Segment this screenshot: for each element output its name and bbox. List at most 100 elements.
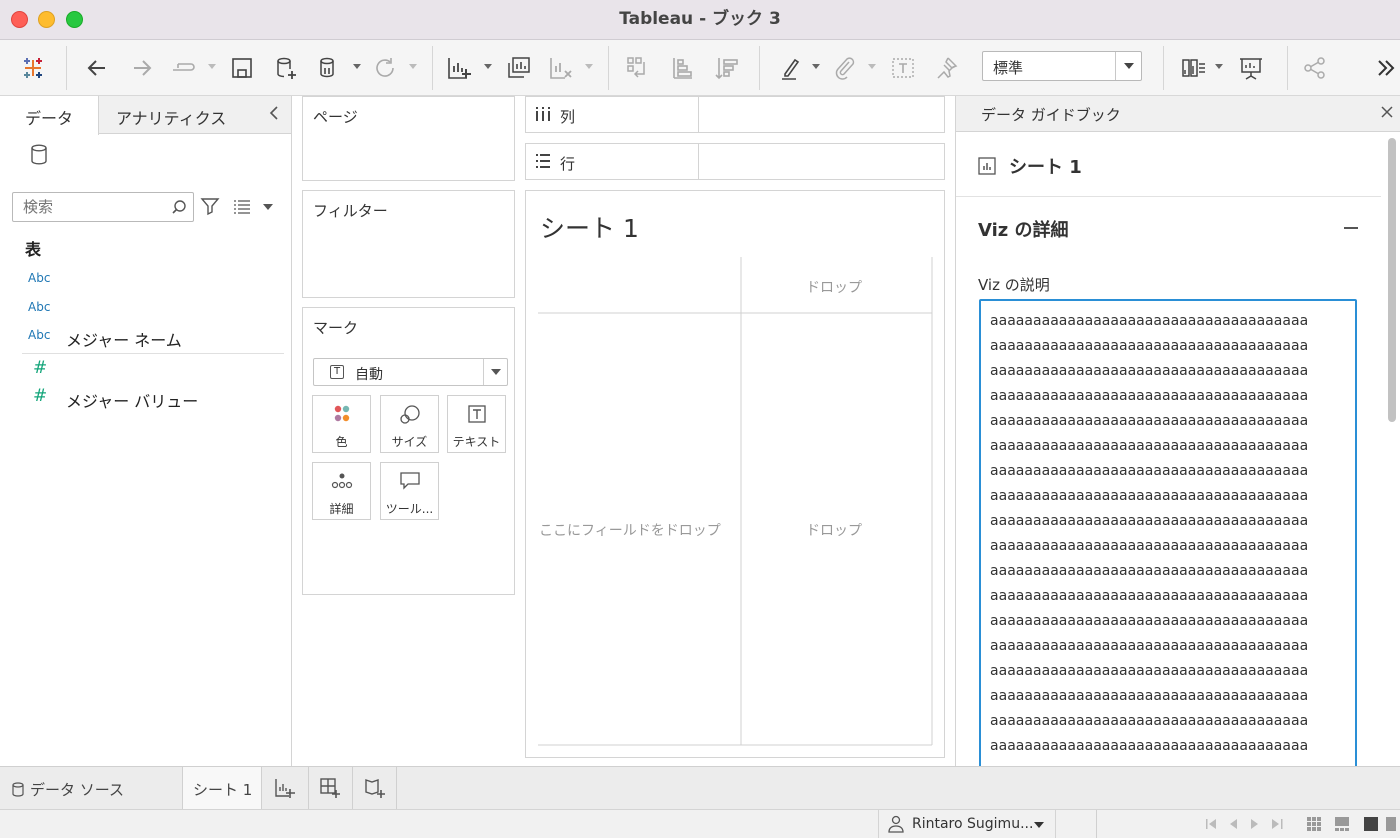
pause-dropdown-icon[interactable] (353, 64, 361, 69)
sort-descending-icon[interactable] (712, 52, 744, 84)
color-button[interactable]: 色 (312, 395, 371, 453)
label-icon[interactable] (887, 52, 919, 84)
view-list-icon[interactable] (232, 198, 252, 218)
tab-view-icon[interactable] (1364, 817, 1378, 831)
rows-shelf[interactable]: 行 (525, 143, 945, 180)
scrollbar-thumb[interactable] (1388, 138, 1396, 422)
tables-heading: 表 (25, 240, 42, 259)
filter-icon[interactable] (200, 196, 220, 220)
clear-dropdown-icon[interactable] (585, 64, 593, 69)
field-search[interactable] (12, 192, 194, 222)
new-worksheet-dropdown-icon[interactable] (484, 64, 492, 69)
search-input[interactable] (23, 197, 163, 217)
swap-icon[interactable] (622, 52, 654, 84)
detail-label: 詳細 (329, 502, 354, 516)
collapse-pane-icon[interactable] (268, 104, 280, 127)
sheet-icon (978, 157, 996, 179)
mark-type-dropdown-icon[interactable] (483, 359, 507, 385)
view-mode-dropdown-icon[interactable] (1115, 52, 1141, 80)
data-source-tab[interactable]: データ ソース (12, 779, 124, 800)
new-worksheet-tab-icon[interactable] (274, 777, 296, 803)
description-line: aaaaaaaaaaaaaaaaaaaaaaaaaaaaaaaaaaaaa (990, 363, 1309, 379)
field-item-measure-values[interactable]: # メジャー バリュー (0, 386, 291, 412)
dimension-type-icon: Abc (28, 271, 51, 285)
show-me-icon[interactable] (1178, 52, 1210, 84)
description-line: aaaaaaaaaaaaaaaaaaaaaaaaaaaaaaaaaaaaa (990, 688, 1309, 704)
pin-icon[interactable] (930, 52, 962, 84)
field-item[interactable]: Abc (0, 268, 291, 294)
description-line: aaaaaaaaaaaaaaaaaaaaaaaaaaaaaaaaaaaaa (990, 338, 1309, 354)
refresh-dropdown-icon[interactable] (409, 64, 417, 69)
sort-ascending-icon[interactable] (667, 52, 699, 84)
tab-analytics[interactable]: アナリティクス (116, 105, 226, 129)
new-story-tab-icon[interactable] (364, 777, 386, 803)
clear-sheet-icon[interactable] (545, 52, 577, 84)
duplicate-sheet-icon[interactable] (503, 52, 535, 84)
show-me-dropdown-icon[interactable] (1215, 64, 1223, 69)
view-mode-value: 標準 (993, 59, 1024, 77)
fields-divider (22, 353, 284, 354)
description-line: aaaaaaaaaaaaaaaaaaaaaaaaaaaaaaaaaaaaa (990, 313, 1309, 329)
tab-view-extra-icon[interactable] (1386, 817, 1396, 831)
dimension-type-icon: Abc (28, 328, 51, 342)
presentation-icon[interactable] (1235, 52, 1267, 84)
view-list-dropdown-icon[interactable] (263, 204, 273, 210)
expand-icon[interactable] (1370, 52, 1400, 84)
field-item-measure-names[interactable]: Abc メジャー ネーム (0, 325, 291, 351)
forward-icon[interactable] (126, 52, 158, 84)
pages-shelf[interactable]: ページ (302, 96, 515, 181)
field-item[interactable]: Abc (0, 297, 291, 323)
refresh-icon[interactable] (369, 52, 401, 84)
worksheet-canvas: シート 1 ドロップ ここにフィールドをドロップ ドロップ (525, 190, 945, 758)
database-icon (12, 782, 24, 797)
data-guide-title: データ ガイドブック (981, 106, 1121, 124)
database-icon[interactable] (30, 144, 48, 170)
redirect-icon[interactable] (168, 52, 200, 84)
guide-scrollbar[interactable] (1386, 136, 1396, 766)
close-icon[interactable] (1381, 102, 1393, 123)
new-worksheet-icon[interactable] (443, 52, 475, 84)
tableau-logo-icon[interactable] (17, 52, 49, 84)
size-button[interactable]: サイズ (380, 395, 439, 453)
measure-type-icon: # (33, 358, 48, 378)
columns-label: 列 (560, 108, 576, 126)
tooltip-button[interactable]: ツール... (380, 462, 439, 520)
text-button[interactable]: テキスト (447, 395, 506, 453)
viz-description-textarea[interactable]: aaaaaaaaaaaaaaaaaaaaaaaaaaaaaaaaaaaaa aa… (979, 299, 1357, 779)
field-item[interactable]: # (0, 358, 291, 384)
user-dropdown-icon[interactable] (1034, 822, 1044, 828)
group-icon[interactable] (829, 52, 861, 84)
drop-field-columns-zone[interactable]: ドロップ (806, 277, 862, 297)
detail-button[interactable]: 詳細 (312, 462, 371, 520)
highlight-dropdown-icon[interactable] (812, 64, 820, 69)
save-icon[interactable] (226, 52, 258, 84)
highlight-icon[interactable] (775, 52, 807, 84)
group-dropdown-icon[interactable] (868, 64, 876, 69)
redirect-dropdown-icon[interactable] (208, 64, 216, 69)
drop-field-rows-zone[interactable]: ここにフィールドをドロップ (539, 520, 721, 540)
grid-view-icon[interactable] (1307, 817, 1321, 831)
field-name: メジャー ネーム (66, 331, 182, 350)
user-menu[interactable]: Rintaro Sugimu... (878, 810, 1056, 838)
description-line: aaaaaaaaaaaaaaaaaaaaaaaaaaaaaaaaaaaaa (990, 388, 1309, 404)
pause-updates-icon[interactable] (313, 52, 345, 84)
columns-shelf[interactable]: 列 (525, 96, 945, 133)
view-mode-select[interactable]: 標準 (982, 51, 1142, 81)
title-bar: Tableau - ブック 3 (0, 0, 1400, 40)
tab-data[interactable]: データ (0, 96, 99, 135)
share-icon[interactable] (1299, 52, 1331, 84)
filmstrip-view-icon[interactable] (1335, 817, 1349, 831)
new-dashboard-tab-icon[interactable] (319, 777, 341, 803)
tab-sheet-1[interactable]: シート 1 (182, 767, 262, 810)
drop-field-center-zone[interactable]: ドロップ (806, 520, 862, 540)
detail-icon (313, 471, 370, 495)
mark-type-select[interactable]: T 自動 (313, 358, 508, 386)
description-line: aaaaaaaaaaaaaaaaaaaaaaaaaaaaaaaaaaaaa (990, 663, 1309, 679)
back-icon[interactable] (81, 52, 113, 84)
new-datasource-icon[interactable] (270, 52, 302, 84)
marks-title: マーク (313, 319, 359, 337)
collapse-section-icon[interactable] (1344, 227, 1358, 229)
color-icon (313, 404, 370, 428)
sheet-navigation-icons[interactable] (1205, 818, 1285, 830)
filters-shelf[interactable]: フィルター (302, 190, 515, 298)
